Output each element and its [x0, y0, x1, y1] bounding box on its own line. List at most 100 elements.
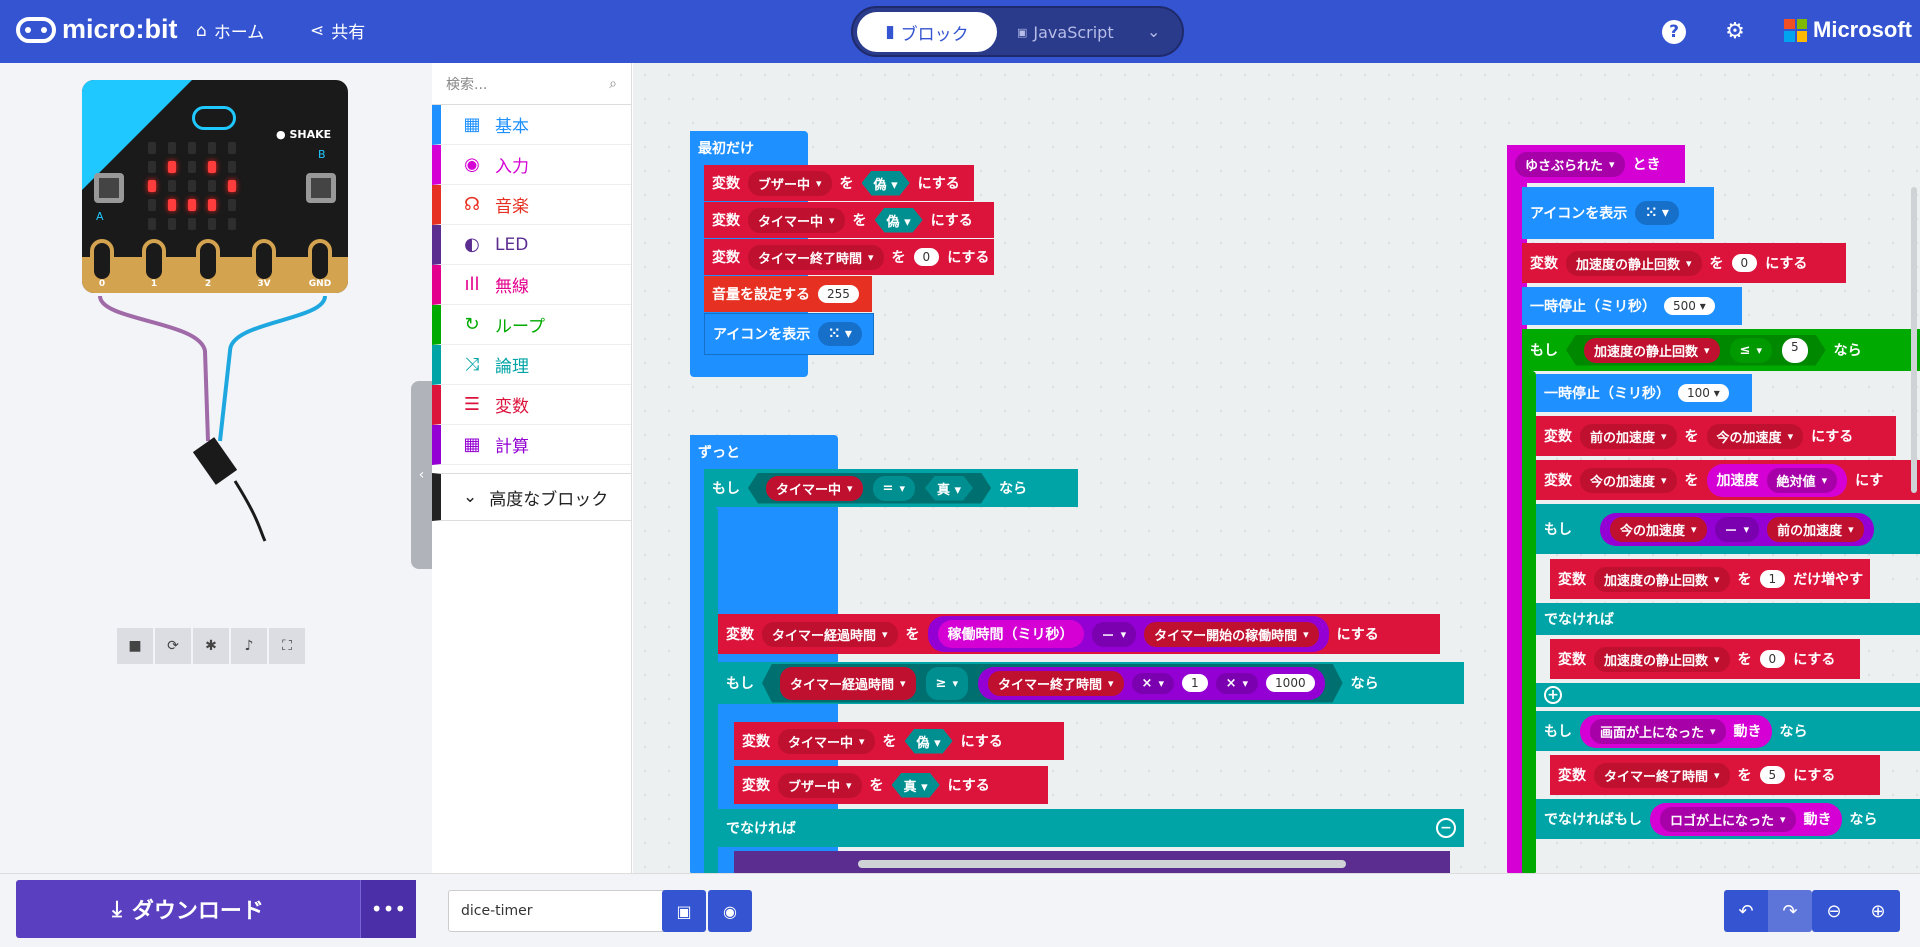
variable-dropdown[interactable]: タイマー中: [778, 728, 875, 754]
home-button[interactable]: ⌂ ホーム: [196, 18, 264, 44]
button-b[interactable]: [306, 173, 336, 203]
operator-dropdown[interactable]: －: [1091, 621, 1137, 647]
category-7[interactable]: ☰ 変数: [432, 385, 631, 425]
pause-dropdown[interactable]: 100 ▾: [1678, 384, 1729, 402]
button-a[interactable]: [94, 173, 124, 203]
boolean-dropdown[interactable]: 偽 ▾: [875, 208, 923, 233]
pin-2[interactable]: [196, 239, 220, 283]
if-timer-block[interactable]: もし タイマー中 = 真 ▾ なら: [704, 469, 1078, 507]
forever-hat[interactable]: ずっと: [690, 435, 748, 469]
fullscreen-icon[interactable]: ⛶: [269, 628, 305, 664]
javascript-mode-button[interactable]: ▣ JavaScript: [1017, 12, 1114, 52]
undo-button[interactable]: ↶: [1724, 890, 1768, 932]
compare-expression[interactable]: タイマー経過時間 ≥ タイマー終了時間 × 1 × 1000: [762, 664, 1343, 703]
pin-3v[interactable]: [252, 239, 276, 283]
variable-dropdown[interactable]: タイマー終了時間: [988, 671, 1124, 696]
boolean-dropdown[interactable]: 真 ▾: [925, 476, 973, 501]
redo-button[interactable]: ↷: [1768, 890, 1812, 932]
set-timer-false-block[interactable]: 変数 タイマー中 を 偽 ▾ にする: [734, 722, 1064, 760]
category-0[interactable]: ▦ 基本: [432, 105, 631, 145]
blocks-mode-button[interactable]: ▮ ブロック: [857, 12, 997, 52]
operator-dropdown[interactable]: ≤: [1730, 338, 1772, 363]
restart-icon[interactable]: ⟳: [155, 628, 191, 664]
zoom-out-button[interactable]: ⊖: [1812, 890, 1856, 932]
vertical-scrollbar[interactable]: [1911, 187, 1917, 493]
debug-icon[interactable]: ✱: [193, 628, 229, 664]
category-6[interactable]: ⤨ 論理: [432, 345, 631, 385]
on-shake-hat[interactable]: ゆさぶられた とき: [1507, 145, 1685, 183]
category-5[interactable]: ↻ ループ: [432, 305, 631, 345]
number-input[interactable]: 5: [1782, 338, 1808, 363]
number-input[interactable]: 1: [1182, 674, 1208, 692]
gesture-dropdown[interactable]: ロゴが上になった: [1660, 806, 1796, 832]
pin-0[interactable]: [90, 239, 114, 283]
if-face-up-block[interactable]: もし 画面が上になった 動き なら: [1536, 711, 1920, 751]
else-block[interactable]: でなければ −: [718, 809, 1464, 847]
zoom-in-button[interactable]: ⊕: [1856, 890, 1900, 932]
if-elapsed-block[interactable]: もし タイマー経過時間 ≥ タイマー終了時間 × 1 × 1000 なら: [718, 662, 1464, 704]
boolean-dropdown[interactable]: 偽 ▾: [862, 171, 910, 196]
acceleration-reporter[interactable]: 加速度 絶対値: [1706, 463, 1848, 497]
save-button[interactable]: ▣: [662, 890, 706, 932]
operator-dropdown[interactable]: ≥: [926, 667, 968, 700]
set-timer-end-block[interactable]: 変数 タイマー終了時間 を 0 にする: [704, 239, 994, 275]
if-accel-block[interactable]: もし 加速度の静止回数 ≤ 5 なら: [1522, 329, 1920, 371]
advanced-blocks-toggle[interactable]: ⌄ 高度なブロック: [432, 473, 631, 521]
gear-icon[interactable]: ⚙: [1722, 18, 1748, 44]
variable-dropdown[interactable]: 前の加速度: [1767, 516, 1864, 542]
minus-expression[interactable]: 稼働時間（ミリ秒） － タイマー開始の稼働時間: [927, 616, 1329, 652]
operator-dropdown[interactable]: ×: [1216, 673, 1258, 694]
number-input[interactable]: 1: [1759, 570, 1786, 588]
number-input[interactable]: 0: [913, 248, 940, 266]
chevron-down-icon[interactable]: ⌄: [1147, 22, 1160, 41]
category-3[interactable]: ◐ LED: [432, 225, 631, 265]
share-button[interactable]: ⋖ 共有: [310, 18, 365, 44]
category-1[interactable]: ◉ 入力: [432, 145, 631, 185]
on-start-hat[interactable]: 最初だけ: [690, 131, 762, 165]
search-icon[interactable]: ⌕: [609, 76, 617, 92]
blocks-workspace[interactable]: 最初だけ 変数 ブザー中 を 偽 ▾ にする 変数 タイマー中 を 偽 ▾ にす…: [633, 63, 1920, 873]
pin-gnd[interactable]: [308, 239, 332, 283]
number-input[interactable]: 0: [1759, 650, 1786, 668]
pin-1[interactable]: [142, 239, 166, 283]
variable-dropdown[interactable]: 加速度の静止回数: [1594, 566, 1730, 592]
operator-dropdown[interactable]: ×: [1132, 673, 1174, 694]
variable-dropdown[interactable]: タイマー終了時間: [1594, 762, 1730, 788]
set-buzzer-true-block[interactable]: 変数 ブザー中 を 真 ▾ にする: [734, 766, 1048, 804]
diff-expression[interactable]: 今の加速度 － 前の加速度: [1600, 512, 1874, 546]
running-time-reporter[interactable]: 稼働時間（ミリ秒）: [937, 620, 1084, 648]
set-prev-accel-block[interactable]: 変数 前の加速度 を 今の加速度 にする: [1536, 416, 1896, 456]
collapse-simulator-button[interactable]: ‹: [411, 381, 432, 569]
remove-else-icon[interactable]: −: [1436, 818, 1456, 838]
board-face-logo[interactable]: [192, 106, 236, 130]
reset-accel-count-block[interactable]: 変数 加速度の静止回数 を 0 にする: [1550, 639, 1860, 679]
category-8[interactable]: ▦ 計算: [432, 425, 631, 465]
download-button[interactable]: ⤓ ダウンロード: [16, 880, 360, 938]
toolbox-search[interactable]: 検索... ⌕: [432, 63, 631, 105]
variable-dropdown[interactable]: 加速度の静止回数: [1584, 338, 1720, 363]
number-input[interactable]: 1000: [1266, 674, 1315, 692]
gesture-dropdown[interactable]: ゆさぶられた: [1515, 151, 1625, 177]
set-timer-block[interactable]: 変数 タイマー中 を 偽 ▾ にする: [704, 202, 994, 238]
more-options-button[interactable]: •••: [360, 880, 416, 938]
variable-dropdown[interactable]: ブザー中: [778, 772, 862, 798]
variable-dropdown[interactable]: 加速度の静止回数: [1566, 250, 1702, 276]
project-name-input[interactable]: dice-timer: [448, 890, 664, 932]
gesture-reporter[interactable]: ロゴが上になった 動き: [1650, 802, 1842, 836]
category-4[interactable]: ıll 無線: [432, 265, 631, 305]
set-elapsed-block[interactable]: 変数 タイマー経過時間 を 稼働時間（ミリ秒） － タイマー開始の稼働時間 にす…: [718, 614, 1440, 654]
search-input[interactable]: 検索...: [446, 74, 487, 94]
stop-icon[interactable]: ■: [117, 628, 153, 664]
set-buzzer-block[interactable]: 変数 ブザー中 を 偽 ▾ にする: [704, 165, 974, 201]
variable-dropdown[interactable]: ブザー中: [748, 170, 832, 196]
variable-dropdown[interactable]: タイマー中: [766, 476, 863, 501]
microsoft-logo[interactable]: Microsoft: [1784, 17, 1912, 43]
set-cur-accel-block[interactable]: 変数 今の加速度 を 加速度 絶対値 にす: [1536, 460, 1920, 500]
operator-dropdown[interactable]: －: [1714, 516, 1760, 542]
variable-dropdown[interactable]: 今の加速度: [1706, 423, 1804, 449]
else-if-logo-block[interactable]: でなければもし ロゴが上になった 動き なら: [1536, 799, 1920, 839]
shake-show-icon-block[interactable]: アイコンを表示 ⁙ ▾: [1522, 187, 1714, 239]
if-diff-block[interactable]: もし 今の加速度 － 前の加速度: [1536, 504, 1920, 554]
variable-dropdown[interactable]: 加速度の静止回数: [1594, 646, 1730, 672]
microbit-logo[interactable]: micro:bit: [16, 14, 178, 45]
